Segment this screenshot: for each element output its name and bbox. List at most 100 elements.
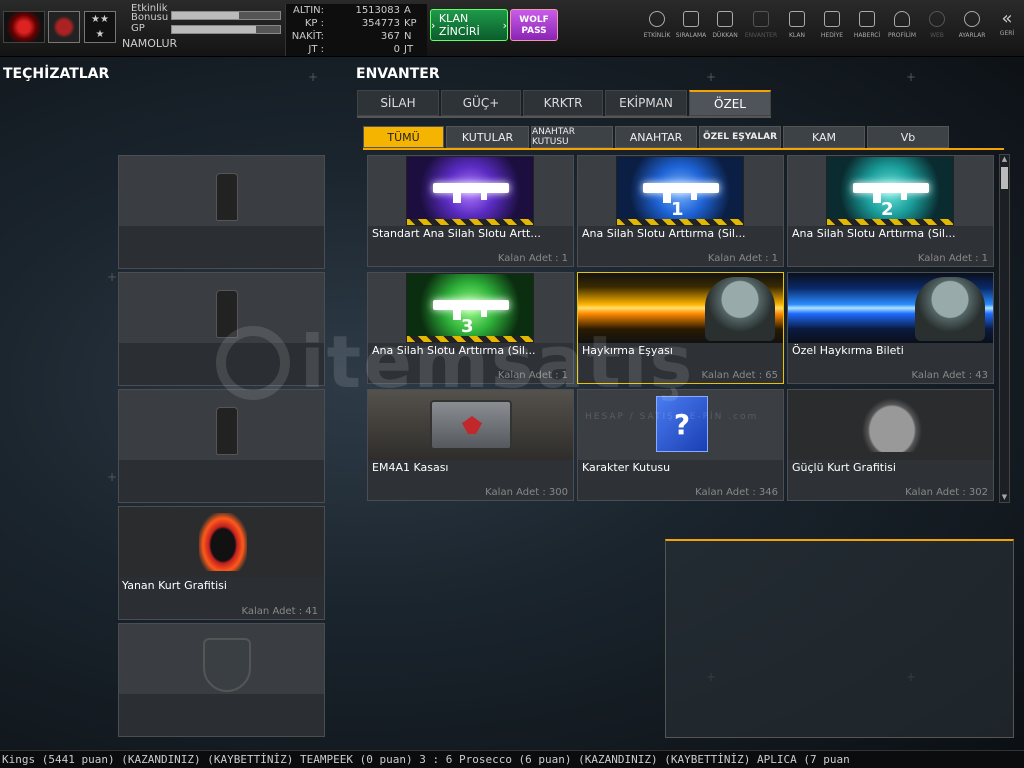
slot-image — [119, 156, 324, 226]
bonus-bar — [171, 11, 281, 20]
item-count: Kalan Adet : 43 — [911, 370, 988, 381]
item-count: Kalan Adet : 1 — [497, 253, 568, 264]
currency-panel: ALTIN: 1513083 A KP : 354773 KP NAKİT: 3… — [285, 4, 427, 56]
subtab-cam[interactable]: KAM — [783, 126, 865, 148]
soldier-portrait — [915, 277, 985, 341]
inventory-item[interactable]: Standart Ana Silah Slotu Artt... Kalan A… — [367, 155, 574, 267]
slot-image — [119, 273, 324, 343]
wolf-graffiti-icon — [862, 398, 922, 452]
slot-name — [119, 226, 324, 230]
clan-chain-button[interactable]: › KLAN ZİNCİRİ › — [430, 9, 508, 41]
nav-inventory[interactable]: ENVANTER — [743, 8, 779, 48]
inventory-scrollbar[interactable]: ▲ ▼ — [999, 154, 1010, 503]
scroll-down-icon[interactable]: ▼ — [1000, 493, 1009, 502]
nav-settings[interactable]: AYARLAR — [954, 8, 990, 48]
inventory-item[interactable]: ? Karakter Kutusu Kalan Adet : 346 — [577, 389, 784, 501]
equipment-slot-3[interactable] — [118, 389, 325, 503]
nav-profile-label: PROFİLİM — [887, 32, 917, 39]
nav-messenger[interactable]: HABERCİ — [849, 8, 885, 48]
inventory-item[interactable]: Özel Haykırma Bileti Kalan Adet : 43 — [787, 272, 994, 384]
subtab-all[interactable]: TÜMÜ — [363, 126, 444, 148]
nav-back[interactable]: «GERİ — [989, 8, 1024, 48]
burning-wolf-graffiti-icon — [199, 513, 247, 571]
slot-name: Yanan Kurt Grafitisi — [122, 579, 227, 592]
bg-plus-marker: + — [706, 70, 717, 84]
inventory-item[interactable]: 2 Ana Silah Slotu Arttırma (Sil... Kalan… — [787, 155, 994, 267]
hazard-stripe — [407, 219, 533, 225]
slot-image — [119, 507, 324, 577]
gold-unit: A — [404, 5, 411, 16]
nav-gift[interactable]: HEDİYE — [814, 8, 850, 48]
grenade-placeholder-icon — [216, 407, 238, 455]
tab-character[interactable]: KRKTR — [523, 90, 603, 116]
chevron-right-icon-2: › — [499, 18, 507, 32]
subtab-etc[interactable]: Vb — [867, 126, 949, 148]
mystery-box-icon: ? — [656, 396, 708, 452]
item-badge: 2 — [881, 199, 894, 220]
wolf-pass-label-1: WOLF — [519, 15, 549, 25]
inventory-item[interactable]: 1 Ana Silah Slotu Arttırma (Sil... Kalan… — [577, 155, 784, 267]
bg-plus-marker: + — [107, 270, 118, 284]
gold-value: 1513083 — [355, 5, 400, 16]
clan-emblem[interactable] — [48, 11, 80, 43]
grenade-placeholder-icon — [216, 173, 238, 221]
bg-plus-marker: + — [308, 70, 319, 84]
rank-icon — [683, 11, 699, 27]
scrollbar-thumb[interactable] — [1001, 167, 1008, 189]
rifle-icon — [643, 183, 719, 203]
nav-clan-label: KLAN — [788, 32, 805, 39]
item-count: Kalan Adet : 65 — [701, 370, 778, 381]
username: NAMOLUR — [122, 37, 178, 50]
crate-icon — [430, 400, 512, 450]
equipment-slot-5[interactable] — [118, 623, 325, 737]
item-image — [788, 390, 993, 460]
item-name: Özel Haykırma Bileti — [792, 344, 904, 357]
inventory-item[interactable]: Güçlü Kurt Grafitisi Kalan Adet : 302 — [787, 389, 994, 501]
wolf-pass-button[interactable]: WOLF PASS — [510, 9, 558, 41]
inventory-item[interactable]: EM4A1 Kasası Kalan Adet : 300 — [367, 389, 574, 501]
nav-shop-label: DÜKKAN — [712, 32, 738, 39]
equipment-slot-1[interactable] — [118, 155, 325, 269]
tab-equipment[interactable]: EKİPMAN — [605, 90, 687, 116]
cart-icon — [717, 11, 733, 27]
news-ticker: Kings (5441 puan) (KAZANDINIZ) (KAYBETTİ… — [0, 750, 1024, 768]
soldier-portrait — [705, 277, 775, 341]
tab-special[interactable]: ÖZEL — [689, 90, 771, 116]
slot-name — [119, 460, 324, 464]
cash-label: NAKİT: — [291, 31, 324, 42]
weapon-slot-art: 2 — [826, 156, 954, 226]
tab-power[interactable]: GÜÇ+ — [441, 90, 521, 116]
jt-label: JT : — [308, 44, 324, 55]
profile-icon — [894, 11, 910, 27]
weapon-slot-art — [406, 156, 534, 226]
subtab-key[interactable]: ANAHTAR — [615, 126, 697, 148]
shield-placeholder-icon — [203, 638, 251, 692]
clan-icon — [789, 11, 805, 27]
nav-event[interactable]: ETKİNLİK — [639, 8, 675, 48]
item-badge: 1 — [671, 199, 684, 220]
nav-event-label: ETKİNLİK — [643, 32, 671, 39]
nav-clan[interactable]: KLAN — [779, 8, 815, 48]
clan-chain-label: KLAN ZİNCİRİ — [438, 12, 480, 38]
nav-gift-label: HEDİYE — [820, 32, 844, 39]
inventory-title: ENVANTER — [356, 66, 440, 82]
item-image: 1 — [578, 156, 783, 226]
tab-weapon[interactable]: SİLAH — [357, 90, 439, 116]
hazard-stripe — [617, 219, 743, 225]
item-count: Kalan Adet : 346 — [695, 487, 778, 498]
subtab-key-box[interactable]: ANAHTAR KUTUSU — [531, 126, 613, 148]
equipment-slot-graffiti[interactable]: Yanan Kurt Grafitisi Kalan Adet : 41 — [118, 506, 325, 620]
nav-ranking[interactable]: SIRALAMA — [673, 8, 709, 48]
rifle-icon — [433, 300, 509, 320]
item-count: Kalan Adet : 1 — [707, 253, 778, 264]
nav-web[interactable]: WEB — [919, 8, 955, 48]
nav-ranking-label: SIRALAMA — [675, 32, 707, 39]
item-count: Kalan Adet : 300 — [485, 487, 568, 498]
bg-plus-marker: + — [906, 70, 917, 84]
subtab-boxes[interactable]: KUTULAR — [446, 126, 529, 148]
item-image: 2 — [788, 156, 993, 226]
nav-shop[interactable]: DÜKKAN — [707, 8, 743, 48]
nav-profile[interactable]: PROFİLİM — [884, 8, 920, 48]
scroll-up-icon[interactable]: ▲ — [1000, 155, 1009, 164]
subtab-special-items[interactable]: ÖZEL EŞYALAR — [699, 126, 781, 148]
